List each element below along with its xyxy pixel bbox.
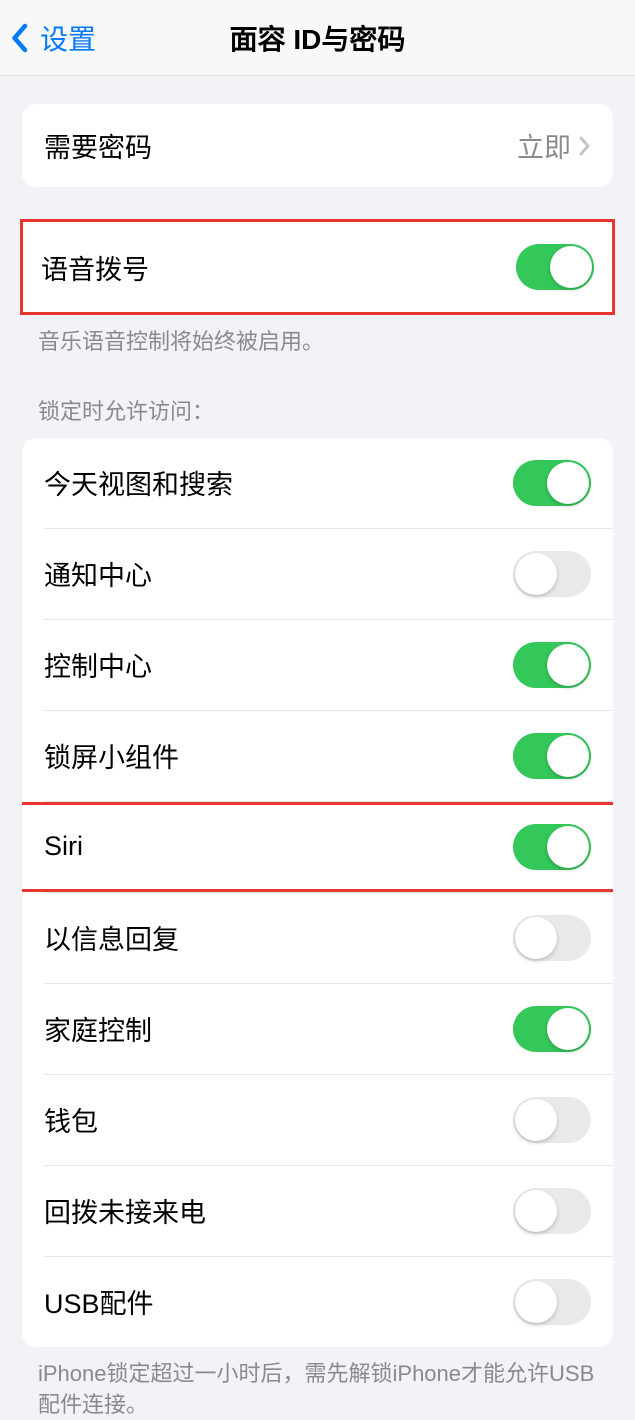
lock-access-toggle[interactable] (513, 824, 591, 870)
voice-dial-toggle[interactable] (516, 244, 594, 290)
require-passcode-label: 需要密码 (44, 126, 152, 165)
lock-access-item-label: Siri (44, 831, 83, 862)
voice-dial-cell: 语音拨号 (23, 222, 612, 312)
chevron-left-icon (10, 23, 28, 53)
chevron-right-icon (579, 136, 591, 156)
lock-access-cell: 控制中心 (22, 620, 613, 710)
lock-access-item-label: 今天视图和搜索 (44, 463, 233, 502)
lock-access-toggle[interactable] (513, 460, 591, 506)
lock-access-cell: 通知中心 (22, 529, 613, 619)
lock-access-item-label: 钱包 (44, 1100, 98, 1139)
voice-dial-footer: 音乐语音控制将始终被启用。 (0, 315, 635, 358)
lock-access-item-label: 锁屏小组件 (44, 736, 179, 775)
require-passcode-cell[interactable]: 需要密码 立即 (22, 104, 613, 187)
lock-access-cell: 家庭控制 (22, 984, 613, 1074)
require-passcode-value: 立即 (517, 126, 571, 165)
lock-access-cell: 今天视图和搜索 (22, 438, 613, 528)
navigation-bar: 设置 面容 ID与密码 (0, 0, 635, 76)
lock-access-item-label: 回拨未接来电 (44, 1191, 206, 1230)
lock-access-toggle[interactable] (513, 915, 591, 961)
lock-access-cell: Siri (22, 802, 613, 892)
lock-access-toggle[interactable] (513, 1279, 591, 1325)
lock-access-item-label: 通知中心 (44, 554, 152, 593)
lock-access-header: 锁定时允许访问： (0, 394, 635, 438)
lock-access-toggle[interactable] (513, 551, 591, 597)
lock-access-cell: 钱包 (22, 1075, 613, 1165)
back-button[interactable]: 设置 (10, 18, 96, 58)
lock-access-toggle[interactable] (513, 733, 591, 779)
lock-access-item-label: 以信息回复 (44, 918, 179, 957)
lock-access-cell: 回拨未接来电 (22, 1166, 613, 1256)
lock-access-cell: USB配件 (22, 1257, 613, 1347)
voice-dial-highlight: 语音拨号 (20, 219, 615, 315)
voice-dial-label: 语音拨号 (41, 248, 149, 287)
page-title: 面容 ID与密码 (230, 18, 406, 58)
lock-access-toggle[interactable] (513, 1188, 591, 1234)
lock-access-toggle[interactable] (513, 642, 591, 688)
lock-access-item-label: 控制中心 (44, 645, 152, 684)
lock-access-toggle[interactable] (513, 1097, 591, 1143)
back-label: 设置 (40, 18, 96, 58)
lock-access-cell: 以信息回复 (22, 893, 613, 983)
lock-access-cell: 锁屏小组件 (22, 711, 613, 801)
lock-access-item-label: 家庭控制 (44, 1009, 152, 1048)
lock-access-item-label: USB配件 (44, 1282, 154, 1321)
lock-access-footer: iPhone锁定超过一小时后，需先解锁iPhone才能允许USB配件连接。 (0, 1347, 635, 1420)
lock-access-toggle[interactable] (513, 1006, 591, 1052)
lock-access-list: 今天视图和搜索通知中心控制中心锁屏小组件 Siri 以信息回复家庭控制钱包回拨未接来… (22, 438, 613, 1347)
